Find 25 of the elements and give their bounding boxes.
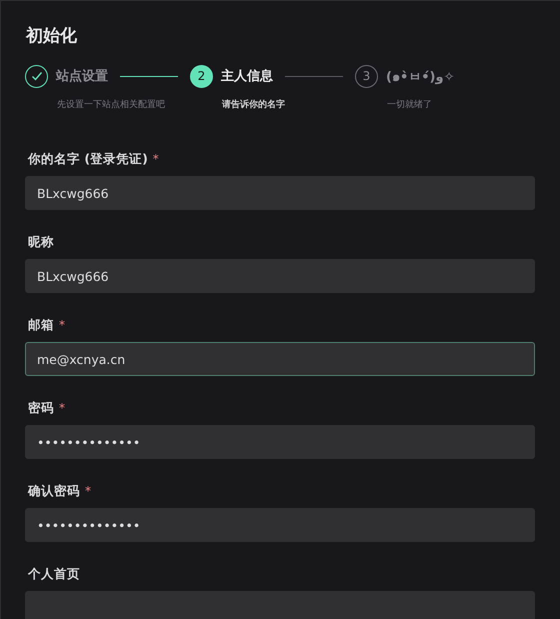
input-field[interactable]: BLxcwg666 xyxy=(25,176,535,210)
field-label: 你的名字 (登录凭证) xyxy=(28,151,148,168)
input-field[interactable]: •••••••••••••• xyxy=(25,425,535,459)
step-description: 先设置一下站点相关配置吧 xyxy=(57,98,166,111)
step-description: 请告诉你的名字 xyxy=(222,98,286,111)
step-title: 主人信息 xyxy=(221,68,273,85)
input-field[interactable]: •••••••••••••• xyxy=(25,508,535,542)
field-label: 个人首页 xyxy=(28,566,80,583)
input-field[interactable]: BLxcwg666 xyxy=(25,259,535,293)
step-title: 站点设置 xyxy=(56,68,108,85)
required-mark: * xyxy=(152,152,159,166)
field-label: 确认密码 xyxy=(28,483,80,500)
field-label: 昵称 xyxy=(28,234,54,251)
required-mark: * xyxy=(59,401,65,415)
field-label: 邮箱 xyxy=(28,317,54,334)
required-mark: * xyxy=(85,484,91,498)
step-description: 一切就绪了 xyxy=(387,98,433,111)
required-mark: * xyxy=(59,318,65,332)
step-number: 3 xyxy=(355,64,378,88)
input-field[interactable] xyxy=(25,591,535,619)
step-number: 2 xyxy=(190,64,213,88)
step-title: (๑•̀ㅂ•́)و✧ xyxy=(386,68,455,86)
field-label: 密码 xyxy=(28,400,54,417)
input-field[interactable]: me@xcnya.cn xyxy=(25,342,535,376)
page-title: 初始化 xyxy=(26,25,78,47)
